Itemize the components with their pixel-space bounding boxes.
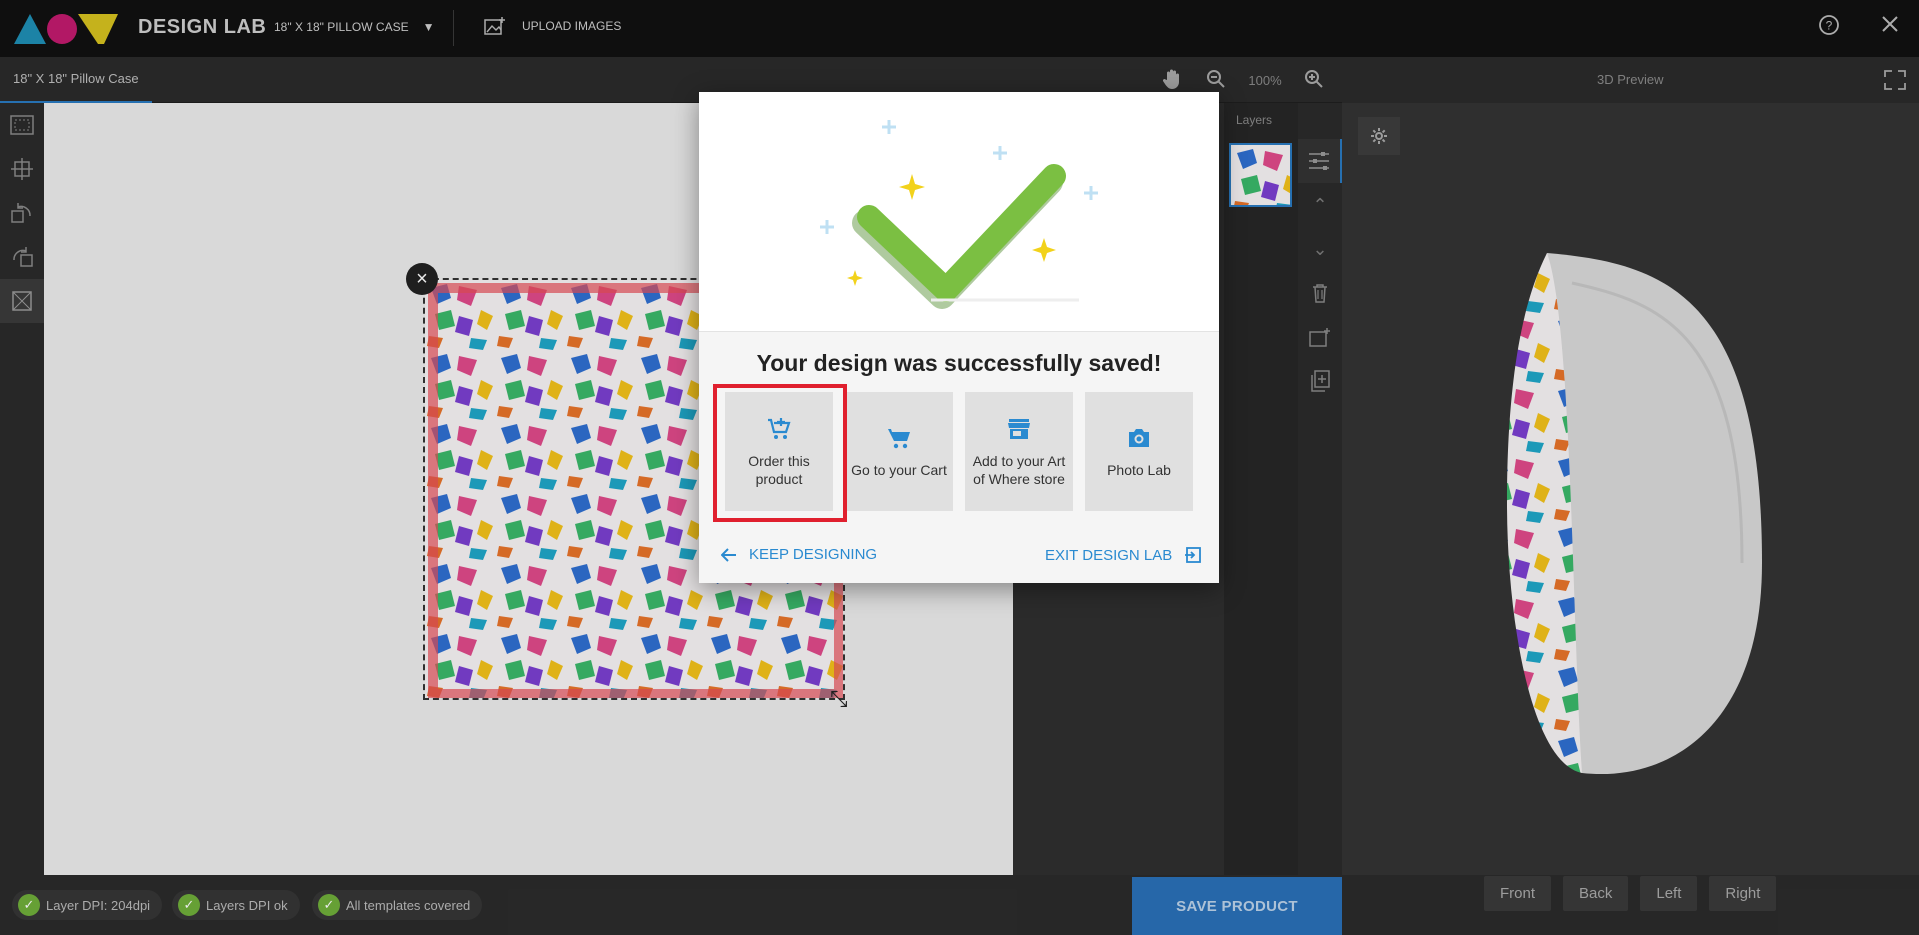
- cart-icon: [888, 428, 910, 448]
- selection-highlight: [713, 384, 847, 522]
- keep-designing-label: KEEP DESIGNING: [749, 546, 878, 563]
- go-to-cart-option[interactable]: Go to your Cart: [845, 392, 953, 511]
- success-check-illustration: [820, 120, 1098, 309]
- modal-hero: [699, 92, 1219, 332]
- modal-title: Your design was successfully saved!: [756, 350, 1162, 376]
- keep-designing-button[interactable]: KEEP DESIGNING: [721, 546, 877, 563]
- option-label: Photo Lab: [1107, 461, 1171, 478]
- exit-design-lab-button[interactable]: EXIT DESIGN LAB: [1045, 546, 1202, 564]
- option-label: Add to your Art of Where store: [972, 452, 1066, 487]
- camera-icon: [1129, 428, 1149, 447]
- exit-icon: [1185, 547, 1202, 563]
- save-success-modal: Your design was successfully saved! Orde…: [699, 92, 1219, 583]
- arrow-left-icon: [721, 547, 736, 562]
- add-to-store-option[interactable]: Add to your Art of Where store: [965, 392, 1073, 511]
- exit-design-lab-label: EXIT DESIGN LAB: [1045, 546, 1173, 564]
- store-icon: [1008, 418, 1030, 439]
- photo-lab-option[interactable]: Photo Lab: [1085, 392, 1193, 511]
- option-label: Go to your Cart: [851, 461, 947, 478]
